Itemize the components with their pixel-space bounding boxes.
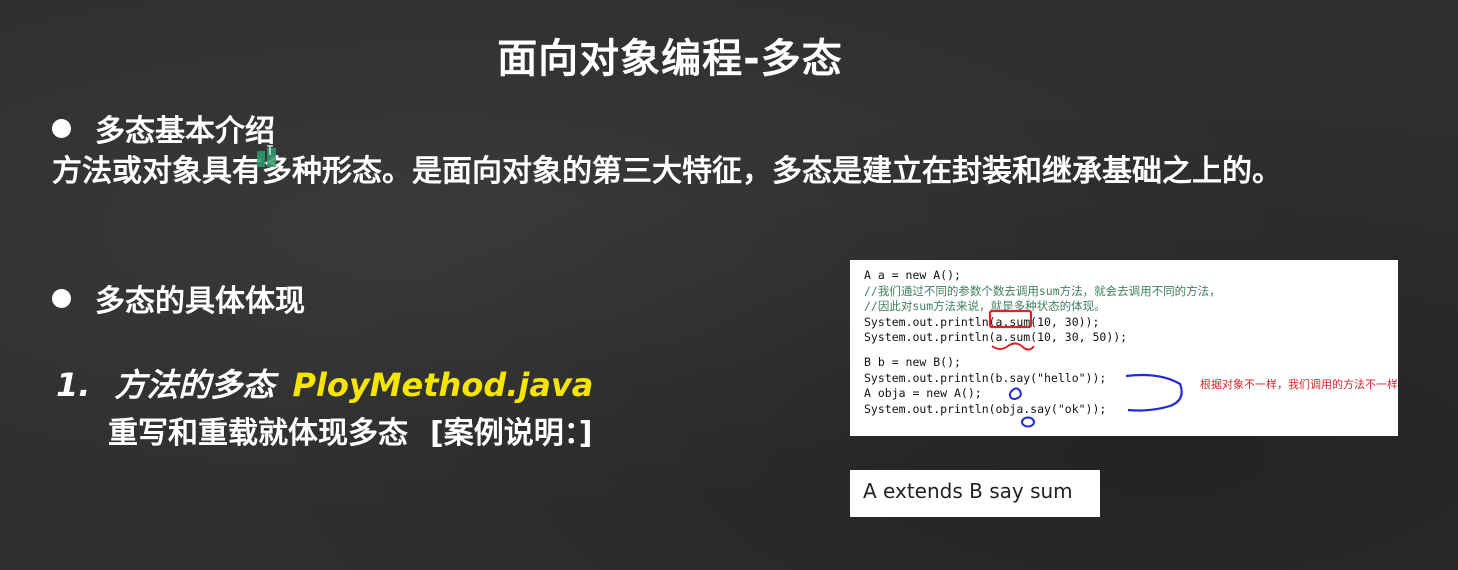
section-heading-intro: 多态基本介绍	[95, 114, 275, 149]
annotation-note: 根据对象不一样，我们调用的方法不一样	[1200, 378, 1398, 391]
code-line: B b = new B();	[864, 354, 961, 369]
code-line: A a = new A();	[864, 268, 961, 282]
item-bracket-note: [案例说明：]	[430, 416, 593, 451]
code-line: System.out.println(obja.say("ok"));	[864, 401, 1107, 416]
bullet-dot-icon	[52, 288, 71, 308]
code-line: System.out.println(a.sum(10, 30, 50));	[864, 330, 1128, 345]
code-example-image: A a = new A(); //我们通过不同的参数个数去调用sum方法，就会去…	[850, 260, 1398, 436]
bullet-intro: 多态基本介绍	[52, 106, 275, 150]
code-comment-line: //我们通过不同的参数个数去调用sum方法，就会去调用不同的方法，	[864, 283, 1221, 298]
code-comment-line: //因此对sum方法来说，就是多种状态的体现。	[864, 299, 1106, 314]
cursor-icon	[257, 145, 276, 167]
intro-description: 方法或对象具有多种形态。是面向对象的第三大特征，多态是建立在封装和继承基础之上的…	[52, 154, 1282, 189]
extends-note-box: A extends B say sum	[850, 470, 1100, 517]
item-subtitle: 重写和重载就体现多态	[108, 416, 408, 451]
item-filename: PloyMethod.java	[292, 366, 594, 404]
item-label: 方法的多态	[114, 366, 275, 404]
bullet-manifest: 多态的具体体现	[52, 276, 305, 320]
item-number: 1.	[56, 366, 91, 404]
item-subtitle-row: 重写和重载就体现多态 [案例说明：]	[108, 408, 592, 452]
item-method-polymorphism: 1. 方法的多态 PloyMethod.java	[56, 360, 593, 406]
bullet-dot-icon	[52, 118, 71, 138]
code-line: System.out.println(a.sum(10, 30));	[864, 314, 1100, 329]
slide-title: 面向对象编程-多态	[497, 36, 843, 82]
section-heading-manifest: 多态的具体体现	[95, 284, 305, 319]
